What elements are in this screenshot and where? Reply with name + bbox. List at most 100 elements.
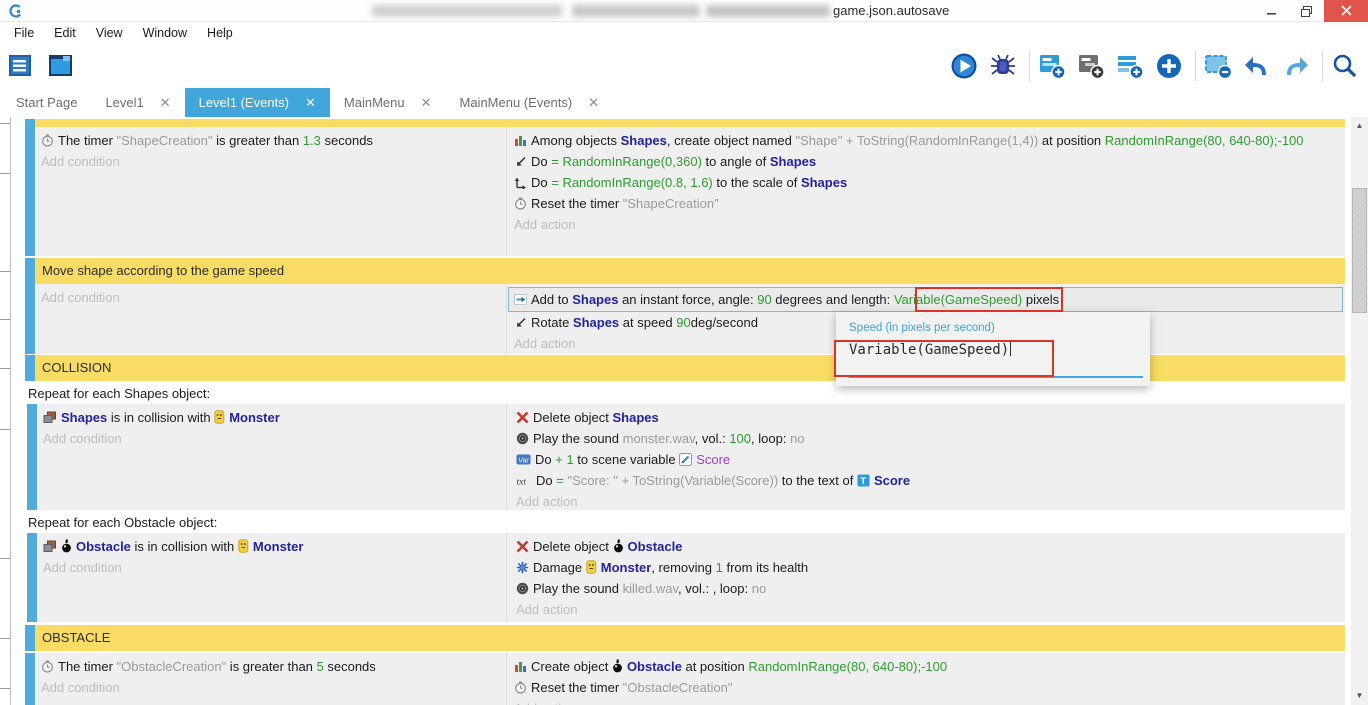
text-object-icon: T <box>857 474 870 487</box>
repeat-header[interactable]: Repeat for each Shapes object: <box>25 383 1345 404</box>
add-action-link[interactable]: Add action <box>508 214 1345 235</box>
add-action-link[interactable]: Add action <box>510 599 1345 620</box>
text-segment: "ObstacleCreation" <box>623 680 733 695</box>
menu-help[interactable]: Help <box>197 22 243 44</box>
text-segment: at position <box>682 659 749 674</box>
action-row[interactable]: VarDo + 1 to scene variable Score <box>510 449 1345 470</box>
toolbar <box>0 44 1368 88</box>
text-segment: is in collision with <box>131 539 238 554</box>
menu-file[interactable]: File <box>4 22 44 44</box>
add-condition-link[interactable]: Add condition <box>37 557 506 578</box>
add-condition-link[interactable]: Add condition <box>37 428 506 449</box>
tab-mainmenu-events[interactable]: MainMenu (Events)✕ <box>446 88 614 117</box>
damage-icon <box>516 561 529 574</box>
add-condition-link[interactable]: Add condition <box>35 677 506 698</box>
comment-event[interactable]: OBSTACLE <box>25 625 1345 651</box>
add-subevent-button[interactable] <box>1078 50 1108 82</box>
standard-event[interactable]: The timer "ObstacleCreation" is greater … <box>25 653 1345 705</box>
repeat-header[interactable]: Repeat for each Obstacle object: <box>25 512 1345 533</box>
condition-row[interactable]: The timer "ObstacleCreation" is greater … <box>35 656 506 677</box>
text-segment: Add condition <box>43 560 122 575</box>
add-condition-link[interactable]: Add condition <box>35 287 506 308</box>
delete-event-button[interactable] <box>1205 50 1235 82</box>
text-segment: at position <box>1038 133 1105 148</box>
action-row[interactable]: Do = RandomInRange(0,360) to angle of Sh… <box>508 151 1345 172</box>
action-row[interactable]: Damage Monster, removing 1 from its heal… <box>510 557 1345 578</box>
comment-event[interactable]: Move shape according to the game speed <box>25 258 1345 284</box>
add-action-link[interactable]: Add action <box>508 698 1345 705</box>
event-fold-tick <box>0 638 10 639</box>
text-segment: Obstacle <box>76 539 131 554</box>
minimize-button[interactable] <box>1256 0 1288 22</box>
text-segment: RandomInRange(80, 640-80);-100 <box>1105 133 1304 148</box>
event-fold-tick <box>0 271 10 272</box>
sound-icon <box>516 582 529 595</box>
debugger-button[interactable] <box>990 50 1020 82</box>
tab-close-icon[interactable]: ✕ <box>160 95 171 111</box>
menu-view[interactable]: View <box>86 22 133 44</box>
action-row[interactable]: Create object Obstacle at position Rando… <box>508 656 1345 677</box>
action-row[interactable]: Among objects Shapes, create object name… <box>508 130 1345 151</box>
event-fold-tick <box>0 429 10 430</box>
comment-text <box>35 119 1345 127</box>
scrollbar-down-arrow-icon[interactable]: ▼ <box>1351 689 1368 703</box>
collision-icon <box>43 540 57 553</box>
maximize-button[interactable] <box>1290 0 1322 22</box>
tab-mainmenu[interactable]: MainMenu ✕ <box>330 88 446 117</box>
tab-close-icon[interactable]: ✕ <box>305 95 316 111</box>
add-more-events-button[interactable] <box>1156 50 1186 82</box>
action-row[interactable]: Play the sound killed.wav, vol.: , loop:… <box>510 578 1345 599</box>
add-event-button[interactable] <box>1039 50 1069 82</box>
action-row[interactable]: Play the sound monster.wav, vol.: 100, l… <box>510 428 1345 449</box>
tab-label: MainMenu <box>344 95 405 110</box>
standard-event[interactable]: The timer "ShapeCreation" is greater tha… <box>25 127 1345 256</box>
text-segment: to the scale of <box>713 175 801 190</box>
tab-start-page[interactable]: Start Page <box>2 88 91 117</box>
text-segment: Monster <box>601 560 652 575</box>
undo-button[interactable] <box>1244 50 1274 82</box>
tab-close-icon[interactable]: ✕ <box>588 95 599 111</box>
condition-row[interactable]: Shapes is in collision with Monster <box>37 407 506 428</box>
scrollbar-thumb[interactable] <box>1352 188 1367 313</box>
text-segment: Among objects <box>531 133 621 148</box>
text-segment: Rotate <box>531 315 573 330</box>
action-row[interactable]: txtDo = "Score: " + ToString(Variable(Sc… <box>510 470 1345 491</box>
text-segment: Do <box>531 175 551 190</box>
condition-row[interactable]: The timer "ShapeCreation" is greater tha… <box>35 130 506 151</box>
sound-icon <box>516 432 529 445</box>
condition-row[interactable]: Obstacle is in collision with Monster <box>37 536 506 557</box>
add-comment-button[interactable] <box>1117 50 1147 82</box>
add-condition-link[interactable]: Add condition <box>35 151 506 172</box>
action-row[interactable]: Delete object Obstacle <box>510 536 1345 557</box>
tab-level1-events[interactable]: Level1 (Events)✕ <box>185 88 330 117</box>
tab-label: Level1 <box>105 95 143 110</box>
comment-event[interactable] <box>25 119 1345 127</box>
action-row[interactable]: Reset the timer "ObstacleCreation" <box>508 677 1345 698</box>
text-segment: Add action <box>514 217 575 232</box>
collision-icon <box>43 411 57 424</box>
search-button[interactable] <box>1332 50 1362 82</box>
scrollbar-up-arrow-icon[interactable]: ▲ <box>1351 119 1368 133</box>
scene-editor-button[interactable] <box>48 50 78 82</box>
add-more-events-icon <box>1155 52 1183 80</box>
events-gutter-line <box>10 117 11 705</box>
conditions-column: Shapes is in collision with MonsterAdd c… <box>37 404 507 510</box>
menu-window[interactable]: Window <box>133 22 197 44</box>
redo-button[interactable] <box>1283 50 1313 82</box>
menu-edit[interactable]: Edit <box>44 22 86 44</box>
blurred-title-text <box>706 5 830 17</box>
repeat-event[interactable]: Repeat for each Shapes object:Shapes is … <box>25 383 1345 510</box>
action-row[interactable]: Delete object Shapes <box>510 407 1345 428</box>
project-manager-button[interactable] <box>8 50 38 82</box>
play-button[interactable] <box>951 50 981 82</box>
repeat-event[interactable]: Repeat for each Obstacle object: Obstacle… <box>25 512 1345 622</box>
text-segment: monster.wav <box>623 431 695 446</box>
action-row[interactable]: Do = RandomInRange(0.8, 1.6) to the scal… <box>508 172 1345 193</box>
tab-level1[interactable]: Level1 ✕ <box>91 88 184 117</box>
tab-close-icon[interactable]: ✕ <box>421 95 432 111</box>
event-fold-tick <box>0 173 10 174</box>
action-row[interactable]: Reset the timer "ShapeCreation" <box>508 193 1345 214</box>
text-segment: is greater than <box>212 133 302 148</box>
close-button[interactable] <box>1324 0 1368 22</box>
add-action-link[interactable]: Add action <box>510 491 1345 512</box>
